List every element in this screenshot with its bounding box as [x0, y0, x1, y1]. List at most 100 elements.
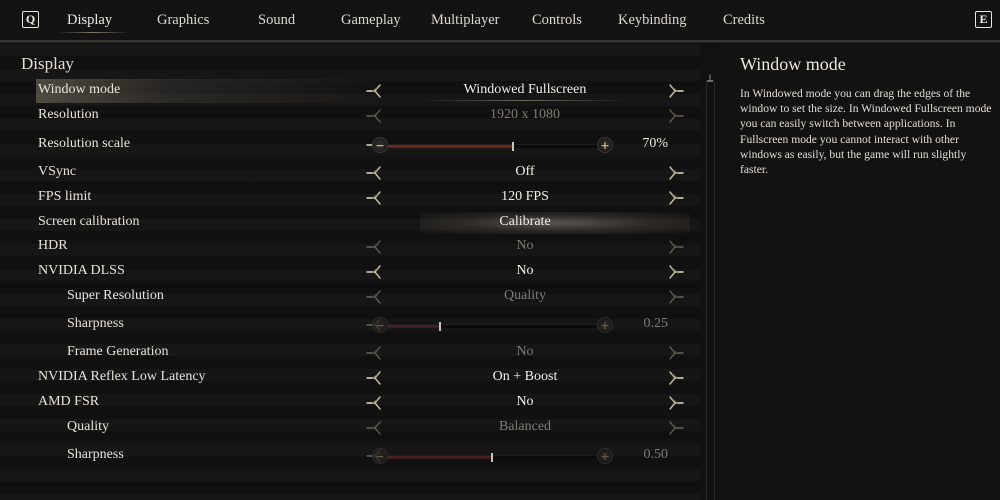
- previous-option-arrow-icon[interactable]: [364, 393, 384, 413]
- calibrate-button-label[interactable]: Calibrate: [400, 214, 650, 230]
- setting-row[interactable]: Quality Balanced: [0, 416, 700, 440]
- slider-increase-button[interactable]: +: [597, 317, 613, 333]
- next-option-arrow-icon[interactable]: [666, 106, 686, 126]
- tab-display[interactable]: Display: [56, 12, 131, 33]
- slider-track[interactable]: [387, 453, 597, 462]
- previous-option-arrow-icon[interactable]: [364, 81, 384, 101]
- slider-track[interactable]: [387, 322, 597, 331]
- setting-label: VSync: [38, 164, 77, 179]
- setting-label: NVIDIA Reflex Low Latency: [38, 369, 206, 384]
- setting-row[interactable]: Resolution 1920 x 1080: [0, 104, 700, 128]
- slider-handle[interactable]: [512, 142, 514, 151]
- setting-value: Quality: [504, 288, 546, 303]
- slider-value: 0.50: [643, 447, 669, 462]
- previous-option-arrow-icon[interactable]: [364, 418, 384, 438]
- setting-row[interactable]: Super Resolution Quality: [0, 285, 700, 309]
- next-option-arrow-icon[interactable]: [666, 393, 686, 413]
- previous-option-arrow-icon[interactable]: [364, 106, 384, 126]
- previous-option-arrow-icon[interactable]: [364, 368, 384, 388]
- next-option-arrow-icon[interactable]: [666, 418, 686, 438]
- setting-label: HDR: [38, 238, 68, 253]
- setting-value: 120 FPS: [501, 189, 549, 204]
- setting-row[interactable]: Window mode Windowed Fullscreen: [0, 79, 700, 103]
- slider-decrease-button[interactable]: −: [372, 448, 388, 464]
- setting-label: FPS limit: [38, 189, 92, 204]
- scrollbar-rail-left: [706, 82, 707, 500]
- prev-tab-key-q[interactable]: Q: [22, 11, 39, 28]
- next-option-arrow-icon[interactable]: [666, 368, 686, 388]
- previous-option-arrow-icon[interactable]: [364, 163, 384, 183]
- slider-fill: [387, 325, 440, 328]
- setting-row[interactable]: Screen calibration Calibrate: [0, 211, 700, 235]
- info-title: Window mode: [740, 54, 846, 74]
- slider-track[interactable]: [387, 142, 597, 151]
- next-option-arrow-icon[interactable]: [666, 343, 686, 363]
- info-description: In Windowed mode you can drag the edges …: [740, 87, 992, 177]
- setting-label: Frame Generation: [67, 344, 169, 359]
- setting-label: Sharpness: [67, 447, 124, 462]
- tab-keybinding[interactable]: Keybinding: [618, 12, 686, 29]
- slider-value: 0.25: [643, 316, 669, 331]
- setting-row[interactable]: Sharpness − +0.50: [0, 444, 700, 468]
- setting-row[interactable]: Sharpness − +0.25: [0, 313, 700, 337]
- setting-row[interactable]: VSync Off: [0, 161, 700, 185]
- tab-controls[interactable]: Controls: [532, 12, 582, 29]
- setting-value: 1920 x 1080: [490, 107, 560, 122]
- setting-label: Super Resolution: [67, 288, 164, 303]
- slider-fill: [387, 456, 492, 459]
- next-option-arrow-icon[interactable]: [666, 163, 686, 183]
- setting-row[interactable]: NVIDIA DLSS No: [0, 260, 700, 284]
- setting-label: AMD FSR: [38, 394, 100, 409]
- scrollbar[interactable]: ⟂: [704, 74, 716, 500]
- setting-row[interactable]: HDR No: [0, 235, 700, 259]
- slider-decrease-button[interactable]: −: [372, 137, 388, 153]
- setting-row[interactable]: FPS limit 120 FPS: [0, 186, 700, 210]
- setting-value: Windowed Fullscreen: [463, 82, 587, 97]
- previous-option-arrow-icon[interactable]: [364, 262, 384, 282]
- setting-label: Resolution scale: [38, 136, 131, 151]
- tab-multiplayer[interactable]: Multiplayer: [431, 12, 499, 29]
- slider-increase-button[interactable]: +: [597, 137, 613, 153]
- setting-label: NVIDIA DLSS: [38, 263, 125, 278]
- setting-label: Sharpness: [67, 316, 124, 331]
- setting-row[interactable]: Frame Generation No: [0, 341, 700, 365]
- slider-increase-button[interactable]: +: [597, 448, 613, 464]
- slider-fill: [387, 145, 513, 148]
- previous-option-arrow-icon[interactable]: [364, 343, 384, 363]
- next-option-arrow-icon[interactable]: [666, 287, 686, 307]
- setting-row[interactable]: Resolution scale − +70%: [0, 133, 700, 157]
- setting-value: Balanced: [498, 419, 552, 434]
- setting-value: On + Boost: [492, 369, 558, 384]
- slider-handle[interactable]: [438, 322, 441, 331]
- setting-label: Resolution: [38, 107, 99, 122]
- setting-label: Quality: [67, 419, 109, 434]
- setting-value: No: [516, 394, 534, 409]
- setting-value: Off: [515, 164, 535, 179]
- previous-option-arrow-icon[interactable]: [364, 188, 384, 208]
- tab-sound[interactable]: Sound: [258, 12, 295, 29]
- top-nav-bar: Q Display Graphics Sound Gameplay Multip…: [0, 0, 1000, 40]
- slider-handle[interactable]: [491, 453, 493, 462]
- setting-row[interactable]: NVIDIA Reflex Low Latency On + Boost: [0, 366, 700, 390]
- scrollbar-rail-right: [714, 82, 715, 500]
- next-option-arrow-icon[interactable]: [666, 81, 686, 101]
- slider-value: 70%: [642, 136, 668, 151]
- next-option-arrow-icon[interactable]: [666, 188, 686, 208]
- previous-option-arrow-icon[interactable]: [364, 237, 384, 257]
- setting-row[interactable]: AMD FSR No: [0, 391, 700, 415]
- next-option-arrow-icon[interactable]: [666, 237, 686, 257]
- setting-value: No: [516, 238, 534, 253]
- section-title: Display: [21, 54, 74, 73]
- next-tab-key-e[interactable]: E: [975, 11, 992, 28]
- tab-gameplay[interactable]: Gameplay: [341, 12, 401, 29]
- slider-decrease-button[interactable]: −: [372, 317, 388, 333]
- setting-label: Window mode: [38, 82, 121, 97]
- value-underline: [420, 100, 630, 101]
- tab-credits[interactable]: Credits: [723, 12, 765, 29]
- setting-value: No: [516, 344, 534, 359]
- next-option-arrow-icon[interactable]: [666, 262, 686, 282]
- previous-option-arrow-icon[interactable]: [364, 287, 384, 307]
- tab-graphics[interactable]: Graphics: [157, 12, 209, 29]
- setting-value: No: [516, 263, 534, 278]
- setting-label: Screen calibration: [38, 214, 140, 229]
